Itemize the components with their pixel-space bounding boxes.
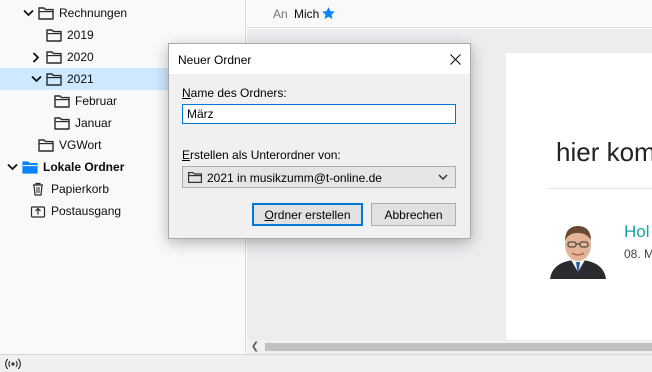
folder-tree-label: 2020 <box>67 50 94 64</box>
parent-folder-value: 2021 in musikzumm@t-online.de <box>207 171 382 185</box>
cancel-button[interactable]: Abbrechen <box>371 203 456 226</box>
horizontal-scrollbar[interactable]: ❮ <box>247 340 652 354</box>
new-folder-dialog: Neuer Ordner Name des Ordners: Erstellen… <box>168 43 471 239</box>
sender-avatar <box>548 219 608 279</box>
folder-tree-label: VGWort <box>59 138 102 152</box>
email-body: hier kom Hol 08. M <box>506 53 652 340</box>
folder-icon <box>46 50 62 64</box>
trash-icon <box>30 182 46 196</box>
scrollbar-thumb[interactable] <box>265 343 652 351</box>
dialog-titlebar[interactable]: Neuer Ordner <box>169 44 470 74</box>
folder-icon <box>46 72 62 86</box>
folder-tree-label: 2021 <box>67 72 94 86</box>
folder-tree-label: 2019 <box>67 28 94 42</box>
local-folders-icon <box>22 160 38 174</box>
email-divider <box>548 188 652 189</box>
close-icon <box>449 53 461 65</box>
scroll-left-icon[interactable]: ❮ <box>249 341 261 353</box>
folder-icon <box>54 94 70 108</box>
chevron-down-icon[interactable] <box>22 7 34 19</box>
folder-tree-label: Papierkorb <box>51 182 110 196</box>
close-button[interactable] <box>445 49 465 69</box>
outbox-icon <box>30 204 46 218</box>
folder-name-label: Name des Ordners: <box>182 86 287 100</box>
star-icon[interactable] <box>321 6 336 21</box>
recipient-label: An <box>273 7 288 21</box>
parent-folder-label: Erstellen als Unterordner von: <box>182 148 341 162</box>
folder-tree-label: Postausgang <box>51 204 122 218</box>
folder-icon <box>54 116 70 130</box>
folder-tree-label: Februar <box>75 94 118 108</box>
chevron-down-icon[interactable] <box>30 73 42 85</box>
parent-folder-select[interactable]: 2021 in musikzumm@t-online.de <box>182 166 456 188</box>
recipient-name[interactable]: Mich <box>294 7 319 21</box>
dialog-title: Neuer Ordner <box>178 53 252 67</box>
sender-name[interactable]: Hol <box>624 222 650 242</box>
create-folder-button[interactable]: Ordner erstellen <box>252 203 363 226</box>
folder-tree-label: Januar <box>75 116 112 130</box>
folder-icon <box>188 172 202 183</box>
chevron-right-icon[interactable] <box>30 51 42 63</box>
folder-icon <box>38 6 54 20</box>
folder-icon <box>38 138 54 152</box>
folder-tree-label: Rechnungen <box>59 6 128 20</box>
chevron-down-icon[interactable] <box>6 161 18 173</box>
folder-tree-item-rechnungen[interactable]: Rechnungen <box>0 2 245 24</box>
folder-icon <box>46 28 62 42</box>
folder-name-input[interactable] <box>182 104 456 124</box>
sender-date: 08. M <box>624 247 652 261</box>
status-bar <box>0 354 652 372</box>
folder-tree-label: Lokale Ordner <box>43 160 125 174</box>
email-heading: hier kom <box>556 137 652 167</box>
chevron-down-icon <box>438 174 448 181</box>
online-status-icon[interactable] <box>5 358 21 370</box>
